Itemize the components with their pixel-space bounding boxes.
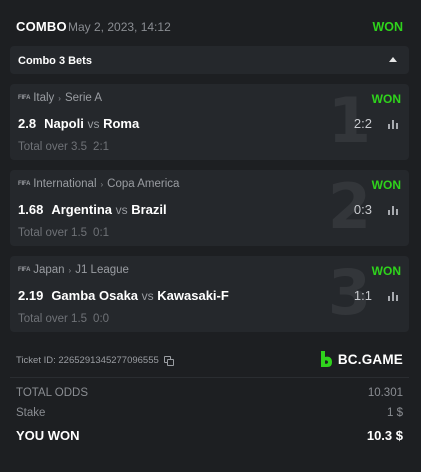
away-team: Roma — [103, 116, 140, 131]
ticket-id: Ticket ID: 2265291345277096555 — [16, 355, 174, 366]
brand-name: BC.GAME — [337, 351, 403, 367]
total-odds-label: TOTAL ODDS — [16, 387, 88, 399]
slip-status-badge: WON — [372, 20, 403, 34]
chevron-right-icon: › — [58, 93, 61, 103]
slip-date: May 2, 2023, 14:12 — [68, 20, 171, 34]
fifa-icon: FIFA — [18, 95, 31, 101]
bet-odd: 1.68 — [18, 202, 44, 217]
home-team: Argentina — [51, 202, 112, 217]
brand-logo: BC.GAME — [320, 351, 403, 367]
bet-league: FIFA Italy › Serie A — [18, 92, 102, 104]
bet-pick: Total over 1.5 0:0 — [18, 313, 109, 325]
pick-score: 0:0 — [93, 313, 110, 325]
vs-label: vs — [87, 117, 100, 131]
bet-item: 3 FIFA Japan › J1 League WON 2.19 Gamba O… — [10, 256, 409, 332]
stats-icon[interactable] — [388, 120, 399, 129]
stats-icon[interactable] — [388, 292, 399, 301]
pick-market: Total over 3.5 — [18, 141, 88, 153]
ticket-id-label: Ticket ID: 2265291345277096555 — [16, 355, 159, 366]
chevron-right-icon: › — [100, 179, 104, 189]
bet-status-badge: WON — [371, 92, 401, 106]
bet-odd: 2.19 — [18, 288, 44, 303]
total-odds-value: 10.301 — [367, 387, 403, 399]
bet-league-name: Copa America — [107, 178, 180, 190]
bet-league-name: Serie A — [64, 92, 103, 104]
total-odds-row: TOTAL ODDS 10.301 — [16, 387, 403, 403]
combo-toggle-bar[interactable]: Combo 3 Bets — [10, 46, 409, 74]
match-score: 1:1 — [353, 288, 372, 303]
fifa-icon: FIFA — [18, 267, 31, 273]
bet-match-line: 1.68 Argentina vs Brazil — [18, 202, 167, 217]
bet-match-line: 2.8 Napoli vs Roma — [18, 116, 139, 131]
stake-value: 1 $ — [387, 407, 403, 419]
fifa-icon: FIFA — [18, 181, 31, 187]
copy-icon[interactable] — [163, 355, 174, 366]
home-team: Napoli — [44, 116, 84, 131]
away-team: Brazil — [131, 202, 167, 217]
bet-item: 2 FIFA International › Copa America WON … — [10, 170, 409, 246]
vs-label: vs — [115, 203, 128, 217]
bet-status-badge: WON — [371, 178, 401, 192]
vs-label: vs — [141, 289, 154, 303]
bet-league-name: J1 League — [75, 264, 129, 276]
combo-count-label: Combo 3 Bets — [18, 55, 92, 67]
winnings-row: YOU WON 10.3 $ — [16, 428, 403, 444]
bet-item: 1 FIFA Italy › Serie A WON 2.8 Napoli vs … — [10, 84, 409, 160]
bet-country: Italy — [33, 92, 55, 104]
caret-up-icon[interactable] — [389, 57, 397, 62]
away-team: Kawasaki-F — [157, 288, 229, 303]
bet-pick: Total over 3.5 2:1 — [18, 141, 109, 153]
bcgame-logo-icon — [320, 351, 333, 367]
pick-score: 2:1 — [93, 141, 110, 153]
bet-country: Japan — [33, 264, 65, 276]
winnings-value: 10.3 $ — [366, 428, 403, 443]
slip-header: COMBO May 2, 2023, 14:12 WON — [16, 19, 403, 35]
stats-icon[interactable] — [388, 206, 399, 215]
match-score: 0:3 — [353, 202, 372, 217]
bet-status-badge: WON — [371, 264, 401, 278]
stake-label: Stake — [16, 407, 46, 419]
bet-country: International — [33, 178, 97, 190]
stake-row: Stake 1 $ — [16, 407, 403, 423]
bet-pick: Total over 1.5 0:1 — [18, 227, 109, 239]
chevron-right-icon: › — [68, 265, 72, 275]
match-score: 2:2 — [353, 116, 372, 131]
bet-odd: 2.8 — [18, 116, 37, 131]
bet-match-line: 2.19 Gamba Osaka vs Kawasaki-F — [18, 288, 229, 303]
divider — [10, 377, 409, 378]
bet-slip-card: COMBO May 2, 2023, 14:12 WON Combo 3 Bet… — [0, 0, 421, 472]
pick-market: Total over 1.5 — [18, 313, 88, 325]
home-team: Gamba Osaka — [51, 288, 139, 303]
winnings-label: YOU WON — [16, 428, 80, 443]
bet-league: FIFA Japan › J1 League — [18, 264, 129, 276]
slip-type-title: COMBO — [16, 19, 67, 34]
pick-score: 0:1 — [93, 227, 110, 239]
pick-market: Total over 1.5 — [18, 227, 88, 239]
bet-league: FIFA International › Copa America — [18, 178, 179, 190]
